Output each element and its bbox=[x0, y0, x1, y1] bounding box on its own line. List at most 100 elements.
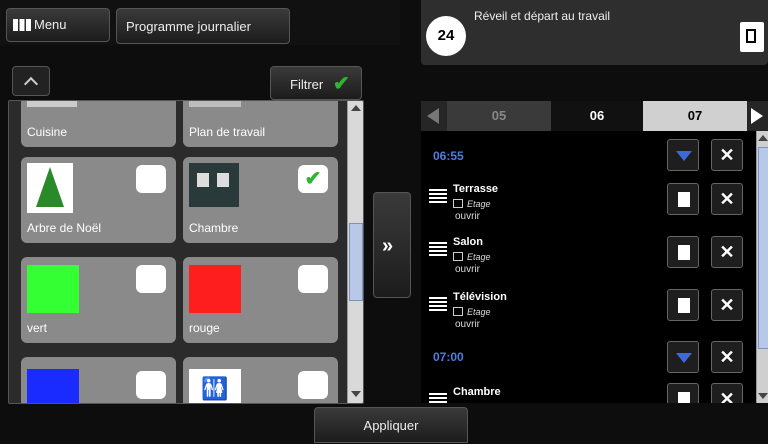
prev-day-button[interactable] bbox=[421, 101, 447, 131]
triangle-down-icon bbox=[676, 353, 692, 363]
edit-icon bbox=[678, 192, 690, 207]
expand-button[interactable] bbox=[667, 341, 699, 373]
double-chevron-right-icon: » bbox=[382, 235, 394, 257]
next-day-button[interactable] bbox=[747, 101, 768, 131]
edit-button[interactable] bbox=[667, 183, 699, 215]
group-icon bbox=[453, 307, 463, 316]
timer-badge: 24 bbox=[426, 16, 466, 56]
checkbox[interactable] bbox=[136, 265, 166, 293]
close-icon: ✕ bbox=[719, 295, 735, 315]
shutter-icon bbox=[429, 189, 447, 203]
shutter-icon bbox=[429, 297, 447, 311]
triangle-right-icon bbox=[751, 108, 763, 124]
checkbox[interactable] bbox=[136, 371, 166, 399]
day-label: 06 bbox=[589, 108, 605, 123]
programme-label: Programme journalier bbox=[126, 19, 251, 34]
day-tab-active[interactable]: 06 bbox=[551, 101, 643, 131]
day-label: 07 bbox=[687, 108, 703, 123]
right-scrollbar[interactable] bbox=[756, 131, 768, 403]
group-icon bbox=[453, 199, 463, 208]
color-swatch bbox=[189, 265, 241, 313]
filter-button[interactable]: Filtrer ✔ bbox=[270, 66, 362, 100]
tile-toilettes[interactable]: 🚻 bbox=[183, 357, 338, 403]
edit-button[interactable] bbox=[667, 289, 699, 321]
tile-blue[interactable] bbox=[21, 357, 176, 403]
delete-button[interactable]: ✕ bbox=[711, 183, 743, 215]
checkbox[interactable] bbox=[298, 371, 328, 399]
scenario-title: Réveil et départ au travail bbox=[474, 9, 611, 23]
edit-icon bbox=[678, 298, 690, 313]
delete-button[interactable]: ✕ bbox=[711, 341, 743, 373]
tile-vert[interactable]: vert bbox=[21, 257, 176, 343]
programme-tab[interactable]: Programme journalier bbox=[116, 8, 290, 44]
device-action: ouvrir bbox=[455, 264, 481, 275]
badge-text: 24 bbox=[437, 27, 455, 44]
chevron-up-icon bbox=[23, 76, 39, 92]
scroll-down-icon bbox=[351, 391, 361, 397]
tile-plan-de-travail[interactable]: Plan de travail bbox=[183, 101, 338, 147]
collapse-button[interactable] bbox=[12, 66, 50, 96]
close-icon: ✕ bbox=[719, 145, 735, 165]
apply-label: Appliquer bbox=[363, 418, 419, 433]
edit-button[interactable] bbox=[667, 383, 699, 403]
schedule-list: 06:55 ✕ Terrasse Etage ouvrir ✕ Salon Et… bbox=[421, 131, 768, 403]
scroll-thumb[interactable] bbox=[349, 223, 363, 301]
restroom-icon: 🚻 bbox=[189, 369, 241, 403]
device-name: Télévision bbox=[453, 291, 507, 303]
delete-button[interactable]: ✕ bbox=[711, 236, 743, 268]
left-scrollbar[interactable] bbox=[347, 101, 363, 403]
delete-button[interactable]: ✕ bbox=[711, 383, 743, 403]
edit-icon bbox=[678, 245, 690, 260]
menu-label: Menu bbox=[34, 17, 67, 32]
day-label: 05 bbox=[491, 108, 507, 123]
tile-rouge[interactable]: rouge bbox=[183, 257, 338, 343]
tile-cuisine[interactable]: Cuisine bbox=[21, 101, 176, 147]
edit-scenario-button[interactable] bbox=[740, 22, 764, 52]
tile-chambre[interactable]: ✔ Chambre bbox=[183, 157, 338, 243]
apply-button[interactable]: Appliquer bbox=[314, 407, 468, 443]
delete-button[interactable]: ✕ bbox=[711, 139, 743, 171]
close-icon: ✕ bbox=[719, 189, 735, 209]
device-group: Etage bbox=[467, 252, 491, 262]
christmas-tree-image bbox=[27, 163, 73, 213]
scroll-thumb[interactable] bbox=[758, 147, 768, 349]
tile-label: Chambre bbox=[189, 221, 239, 235]
checkbox[interactable] bbox=[298, 265, 328, 293]
scroll-up-icon bbox=[351, 105, 361, 111]
edit-icon bbox=[678, 392, 690, 403]
group-icon bbox=[453, 252, 463, 261]
shutter-icon bbox=[429, 393, 447, 403]
worktop-image bbox=[189, 101, 241, 107]
triangle-left-icon bbox=[427, 108, 439, 124]
expand-button[interactable] bbox=[667, 139, 699, 171]
bedroom-image bbox=[189, 163, 239, 207]
menu-button[interactable]: Menu bbox=[6, 8, 110, 42]
tile-label: Cuisine bbox=[27, 125, 68, 139]
color-swatch bbox=[27, 265, 79, 313]
check-icon: ✔ bbox=[333, 73, 350, 95]
delete-button[interactable]: ✕ bbox=[711, 289, 743, 321]
device-name: Chambre bbox=[453, 386, 501, 398]
check-icon: ✔ bbox=[304, 168, 322, 190]
edit-icon bbox=[746, 29, 756, 43]
close-icon: ✕ bbox=[719, 242, 735, 262]
tile-label: vert bbox=[27, 321, 48, 335]
device-group: Etage bbox=[467, 307, 491, 317]
day-tab[interactable]: 07 bbox=[643, 101, 747, 131]
time-header: 07:00 bbox=[433, 350, 464, 364]
day-tab[interactable]: 05 bbox=[447, 101, 551, 131]
edit-button[interactable] bbox=[667, 236, 699, 268]
color-swatch bbox=[27, 369, 79, 403]
triangle-down-icon bbox=[676, 151, 692, 161]
checkbox[interactable] bbox=[136, 165, 166, 193]
device-action: ouvrir bbox=[455, 319, 481, 330]
shutter-icon bbox=[429, 242, 447, 256]
device-group: Etage bbox=[467, 199, 491, 209]
checkbox[interactable]: ✔ bbox=[298, 165, 328, 193]
scroll-down-icon bbox=[758, 393, 768, 399]
tile-label: Arbre de Noël bbox=[27, 221, 102, 235]
day-tabs: 05 06 07 bbox=[421, 101, 768, 131]
tile-arbre-de-noel[interactable]: Arbre de Noël bbox=[21, 157, 176, 243]
tile-label: Plan de travail bbox=[189, 125, 266, 139]
transfer-button[interactable]: » bbox=[373, 192, 411, 298]
